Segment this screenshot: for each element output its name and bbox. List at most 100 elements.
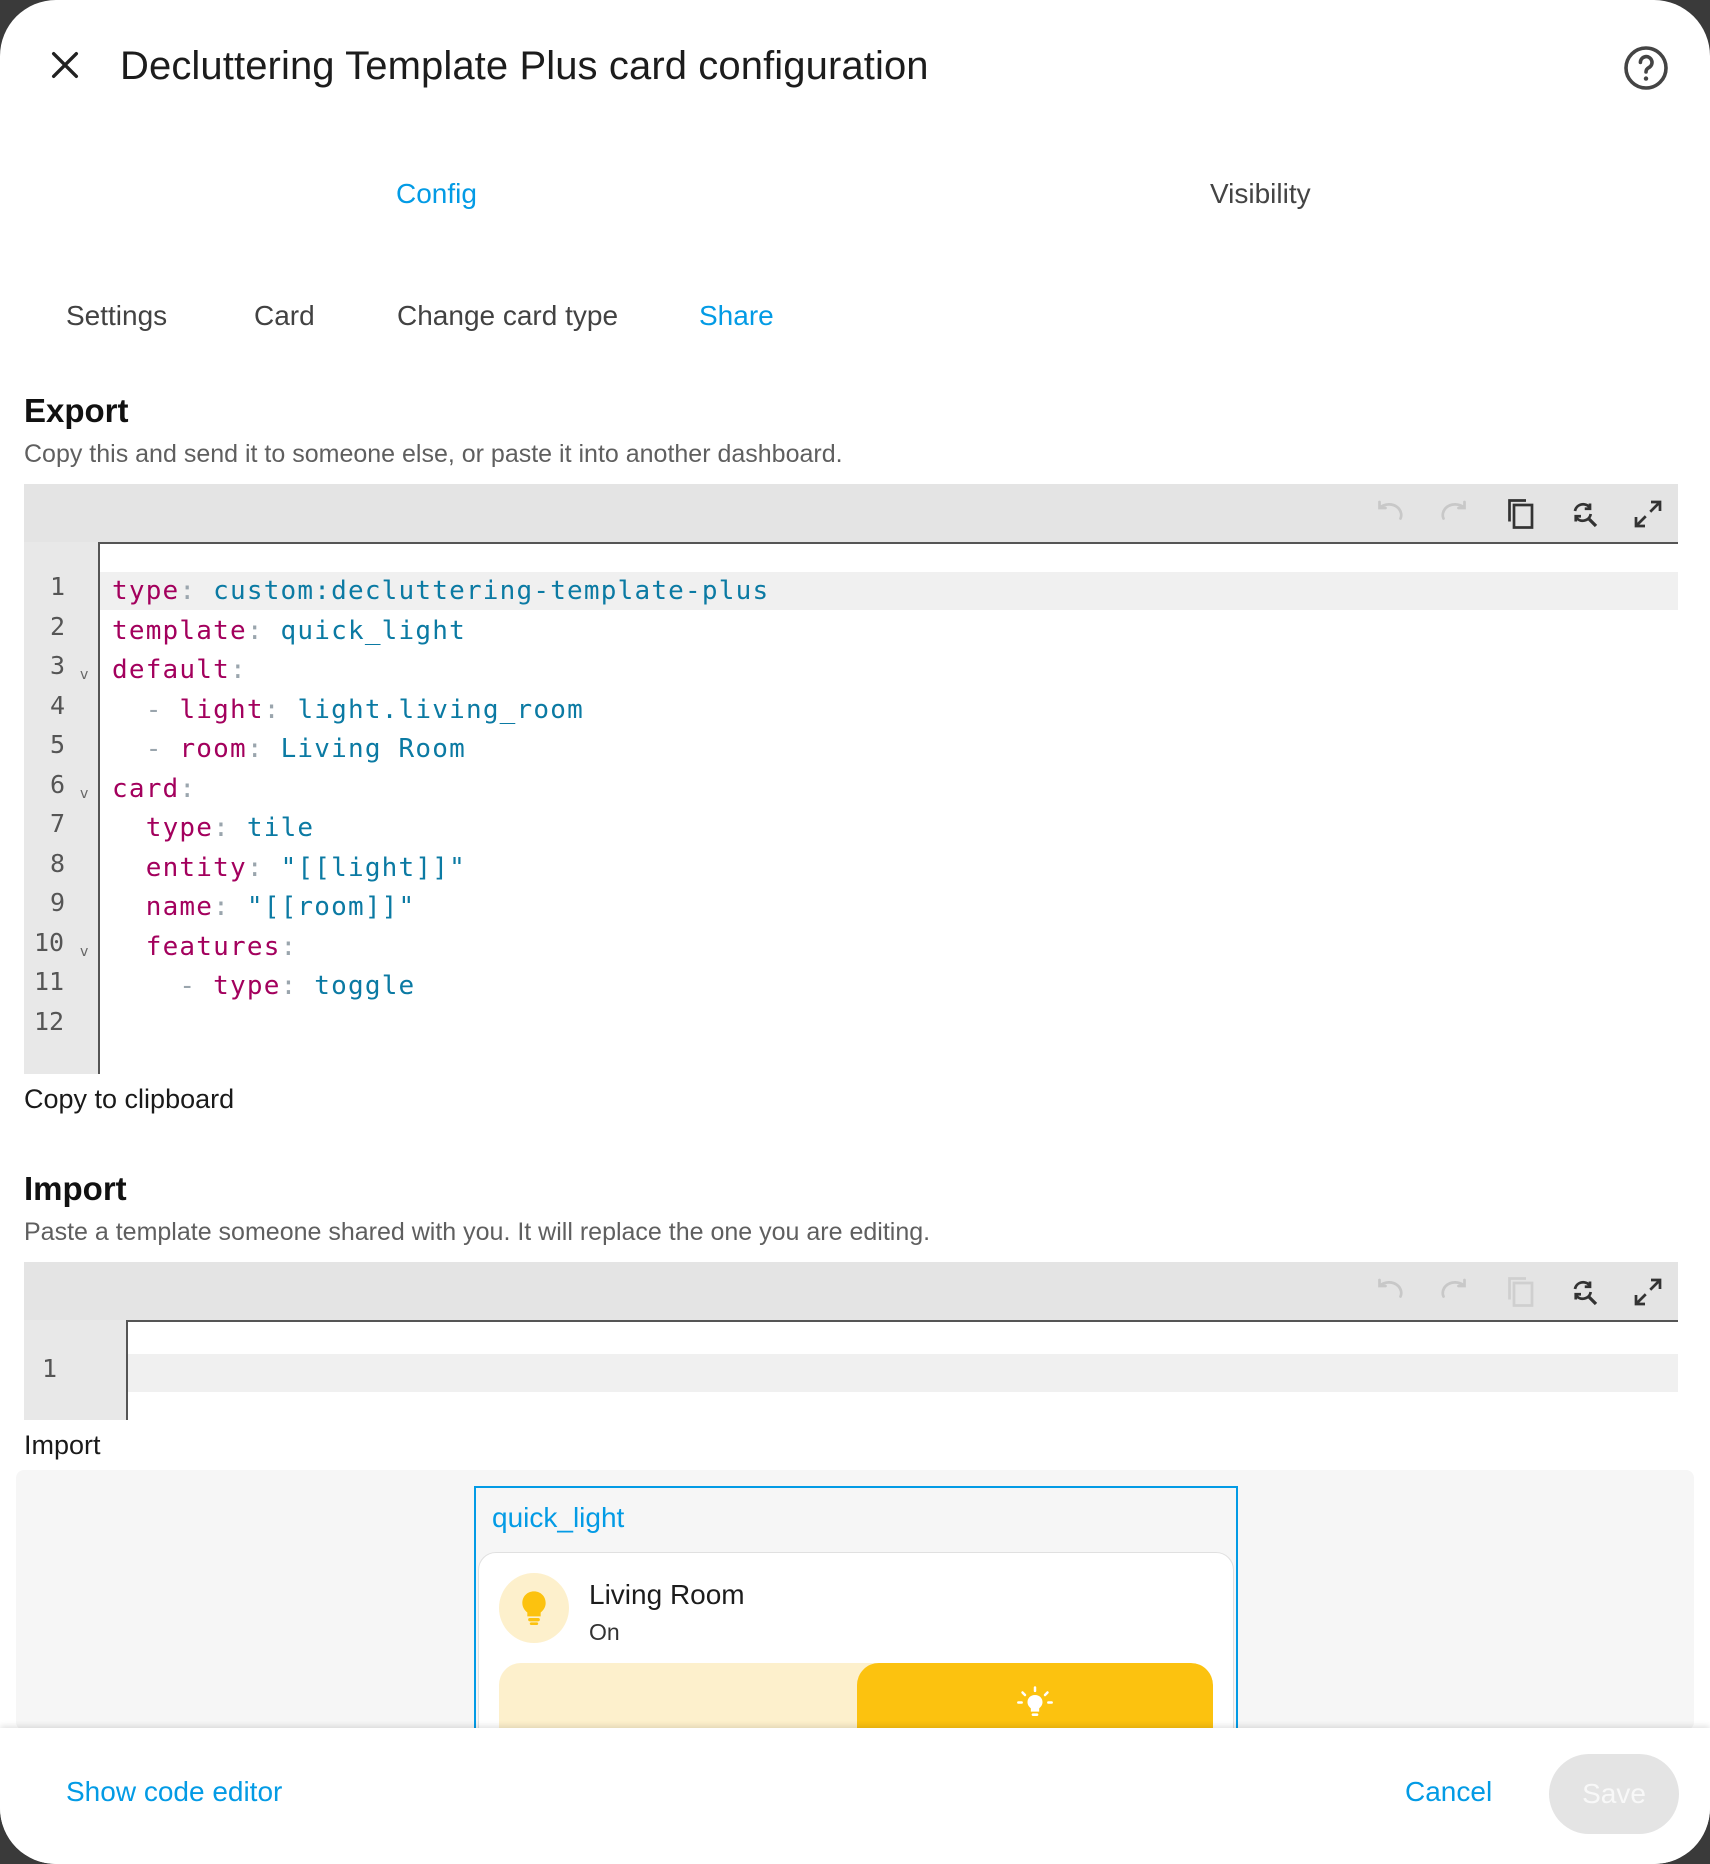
tab-change-card-type[interactable]: Change card type [397,300,618,332]
import-gutter: 1 [24,1320,128,1420]
code-line[interactable]: type: custom:decluttering-template-plus [100,572,1678,610]
yaml-colon: : [246,852,281,883]
code-line[interactable]: default: [100,651,1678,689]
code-line[interactable]: template: quick_light [100,612,1678,650]
export-code-area[interactable]: type: custom:decluttering-template-plus t… [100,542,1678,1074]
save-button[interactable]: Save [1549,1754,1679,1834]
code-line[interactable]: type: tile [100,809,1678,847]
tab-settings[interactable]: Settings [66,300,167,332]
code-line[interactable]: features: [100,928,1678,966]
fold-chevron-icon[interactable]: v [80,667,88,683]
line-number: 2 [50,611,66,641]
import-button[interactable]: Import [24,1430,101,1461]
yaml-colon: : [280,931,315,962]
import-editor-body: 1 [24,1320,1678,1420]
yaml-value: "[[room]]" [246,892,416,922]
yaml-key: type [213,971,281,1001]
export-editor-body: 1 2 3 v 4 5 6 v 7 8 9 10 v 11 12 type: custom:declutte… [24,542,1678,1074]
line-number: 1 [42,1354,58,1383]
dialog-title: Decluttering Template Plus card configur… [120,44,929,88]
undo-icon[interactable] [1372,496,1408,532]
card-config-dialog: Decluttering Template Plus card configur… [0,0,1710,1864]
yaml-key: features [145,931,281,962]
yaml-value: tile [246,813,315,843]
yaml-value: quick_light [280,615,466,646]
tile-name: Living Room [589,1579,745,1610]
line-number: 3 [50,651,66,680]
yaml-colon: : [263,694,298,725]
find-replace-icon[interactable] [1566,496,1602,532]
line-number: 12 [34,1006,65,1036]
line-number: 9 [50,888,66,917]
help-circle-icon [1624,46,1668,90]
yaml-colon: : [229,655,264,685]
top-tab-bar: Config Visibility [0,140,1710,252]
code-line[interactable]: - type: toggle [100,967,1678,1005]
code-line[interactable]: name: "[[room]]" [100,888,1678,926]
copy-icon[interactable] [1502,496,1538,532]
tab-card[interactable]: Card [254,300,315,332]
yaml-key: name [145,892,214,922]
line-number: 10 [34,927,65,957]
fold-chevron-icon[interactable]: v [80,944,88,960]
lightbulb-on-icon [1017,1686,1053,1716]
copy-to-clipboard-button[interactable]: Copy to clipboard [24,1084,234,1115]
help-button[interactable] [1622,44,1670,92]
dialog-footer: Show code editor Cancel Save [0,1728,1710,1864]
fullscreen-icon[interactable] [1630,496,1666,532]
cancel-button[interactable]: Cancel [1405,1776,1492,1808]
redo-icon[interactable] [1436,496,1472,532]
yaml-colon: : [179,773,214,804]
tab-share[interactable]: Share [699,300,774,332]
yaml-value: custom:decluttering-template-plus [213,576,770,606]
close-button[interactable] [36,36,94,94]
import-code-line[interactable] [128,1354,1678,1392]
import-editor-toolbar [24,1262,1678,1320]
yaml-dash: - [145,694,180,725]
tile-icon[interactable] [499,1573,569,1643]
line-number: 1 [50,572,66,601]
yaml-key: default [112,655,230,685]
yaml-colon: : [213,813,247,843]
yaml-key: template [112,615,247,646]
yaml-key: light [179,694,264,725]
fullscreen-icon[interactable] [1630,1274,1666,1310]
code-line[interactable]: - light: light.living_room [100,691,1678,729]
redo-icon[interactable] [1436,1274,1472,1310]
import-code-area[interactable] [128,1320,1678,1420]
lightbulb-icon [522,1591,546,1625]
close-icon [51,51,79,79]
yaml-value: toggle [314,971,416,1001]
export-gutter: 1 2 3 v 4 5 6 v 7 8 9 10 v 11 12 [24,542,100,1074]
yaml-colon: : [246,734,281,764]
find-replace-icon[interactable] [1566,1274,1602,1310]
code-line[interactable] [100,1007,1678,1045]
tab-visibility[interactable]: Visibility [1210,178,1311,210]
tab-config[interactable]: Config [396,178,477,210]
code-line[interactable]: - room: Living Room [100,730,1678,768]
yaml-value: Living Room [280,734,466,764]
code-line[interactable]: card: [100,770,1678,808]
line-number: 7 [50,809,66,838]
yaml-key: room [179,734,247,764]
yaml-colon: : [179,576,214,606]
yaml-key: type [145,813,214,843]
line-number: 6 [50,769,66,799]
yaml-key: card [112,773,180,804]
fold-chevron-icon[interactable]: v [80,786,88,802]
template-name: quick_light [492,1502,625,1533]
yaml-dash: - [179,971,214,1001]
sub-tab-bar: Settings Card Change card type Share [0,280,1710,354]
copy-icon[interactable] [1502,1274,1538,1310]
code-line[interactable]: entity: "[[light]]" [100,849,1678,887]
show-code-editor-button[interactable]: Show code editor [66,1776,282,1808]
yaml-key: type [112,576,180,606]
undo-icon[interactable] [1372,1274,1408,1310]
tile-state: On [589,1619,620,1645]
export-editor-toolbar [24,484,1678,542]
